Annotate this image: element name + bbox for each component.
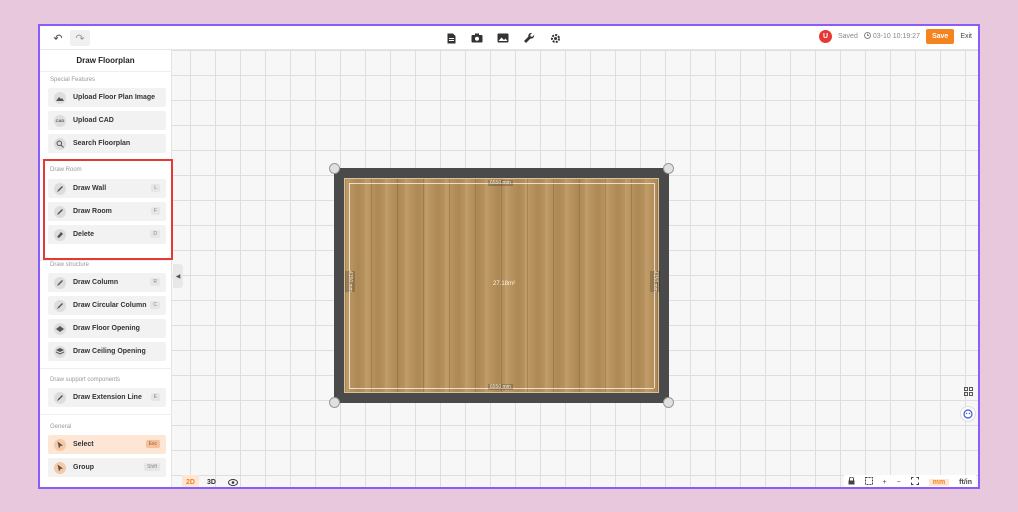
section-general: General (50, 424, 72, 430)
corner-handle-br[interactable] (663, 397, 674, 408)
top-toolbar: ↶ ↷ U Saved 03-10 10:19:27 Save Exit (40, 26, 978, 50)
fullscreen-icon[interactable] (910, 477, 919, 487)
cad-icon: CAD (54, 114, 66, 127)
room-floor[interactable]: 6550 mm 6550 mm 4150 mm 4150 mm 27.18m² (344, 178, 660, 393)
view-mode-switcher: 2D 3D (182, 475, 242, 487)
pencil-icon (54, 391, 66, 404)
draw-floorplan-sidebar: Draw Floorplan Special Features Upload F… (40, 50, 172, 487)
save-status-area: U Saved 03-10 10:19:27 Save Exit (819, 29, 972, 44)
search-floorplan-button[interactable]: Search Floorplan (48, 134, 166, 153)
clock-icon (863, 32, 871, 41)
draw-circular-column-button[interactable]: Draw Circular Column C (48, 296, 166, 315)
document-icon[interactable] (444, 30, 458, 46)
corner-handle-tr[interactable] (663, 163, 674, 174)
app-frame: 6550 mm 6550 mm 4150 mm 4150 mm 27.18m² … (38, 24, 980, 489)
wrench-icon[interactable] (522, 30, 536, 46)
grid-view-icon[interactable] (961, 384, 975, 398)
draw-floor-opening-button[interactable]: Draw Floor Opening (48, 319, 166, 338)
shortcut-key: E (150, 393, 160, 401)
select-tool-button[interactable]: Select Esc (48, 435, 166, 454)
upload-floor-plan-image-button[interactable]: Upload Floor Plan Image (48, 88, 166, 107)
exit-button[interactable]: Exit (960, 33, 972, 40)
cursor-icon (54, 438, 66, 451)
pencil-icon (54, 299, 66, 312)
pencil-icon (54, 276, 66, 289)
draw-room-highlight (43, 159, 173, 260)
draw-extension-line-button[interactable]: Draw Extension Line E (48, 388, 166, 407)
room-area-label: 27.18m² (493, 281, 516, 287)
zoom-in-button[interactable]: + (883, 479, 887, 486)
triangle-left-icon: ◀ (175, 273, 181, 280)
ceiling-opening-icon (54, 345, 66, 358)
section-draw-support: Draw support components (50, 377, 121, 383)
collapse-sidebar-handle[interactable]: ◀ (173, 264, 183, 288)
section-draw-structure: Draw structure (50, 262, 90, 268)
dim-label-right: 4150 mm (650, 271, 660, 292)
undo-button[interactable]: ↶ (50, 30, 66, 46)
search-map-icon (54, 137, 66, 150)
fit-selection-icon[interactable] (864, 477, 873, 487)
view-2d-button[interactable]: 2D (182, 475, 199, 487)
save-button[interactable]: Save (925, 29, 955, 44)
draw-ceiling-opening-button[interactable]: Draw Ceiling Opening (48, 342, 166, 361)
saved-status-text: Saved (838, 33, 858, 40)
floor-opening-icon (54, 322, 66, 335)
dim-label-bottom: 6550 mm (488, 384, 513, 390)
shortcut-key: C (150, 301, 160, 309)
dim-label-left: 4150 mm (345, 271, 355, 292)
cursor-group-icon (54, 461, 66, 474)
view-3d-button[interactable]: 3D (203, 475, 220, 487)
mountain-image-icon (54, 91, 66, 104)
unit-mm-button[interactable]: mm (928, 478, 950, 486)
upload-cad-button[interactable]: CAD Upload CAD (48, 111, 166, 130)
zoom-unit-bar: + − mm ft/in (843, 475, 976, 487)
draw-column-button[interactable]: Draw Column R (48, 273, 166, 292)
user-avatar[interactable]: U (819, 30, 832, 43)
sidebar-title: Draw Floorplan (40, 50, 171, 72)
lock-icon[interactable] (848, 476, 855, 487)
assistant-icon[interactable] (960, 406, 976, 422)
shortcut-key: Shift (143, 463, 160, 471)
right-tools (960, 384, 976, 422)
settings-gear-icon[interactable] (548, 30, 562, 46)
saved-time: 03-10 10:19:27 (872, 33, 920, 40)
camera-icon[interactable] (470, 30, 484, 46)
center-tools (444, 30, 562, 46)
image-icon[interactable] (496, 30, 510, 46)
dim-label-top: 6550 mm (488, 180, 513, 186)
redo-button[interactable]: ↷ (70, 30, 90, 46)
corner-handle-bl[interactable] (329, 397, 340, 408)
shortcut-key: R (150, 278, 160, 286)
eye-icon[interactable] (224, 475, 242, 487)
unit-ftin-button[interactable]: ft/in (959, 479, 972, 486)
group-tool-button[interactable]: Group Shift (48, 458, 166, 477)
corner-handle-tl[interactable] (329, 163, 340, 174)
room-walls[interactable]: 6550 mm 6550 mm 4150 mm 4150 mm 27.18m² (329, 163, 674, 408)
shortcut-key: Esc (145, 440, 160, 448)
section-special-features: Special Features (50, 77, 96, 83)
zoom-out-button[interactable]: − (897, 479, 901, 486)
